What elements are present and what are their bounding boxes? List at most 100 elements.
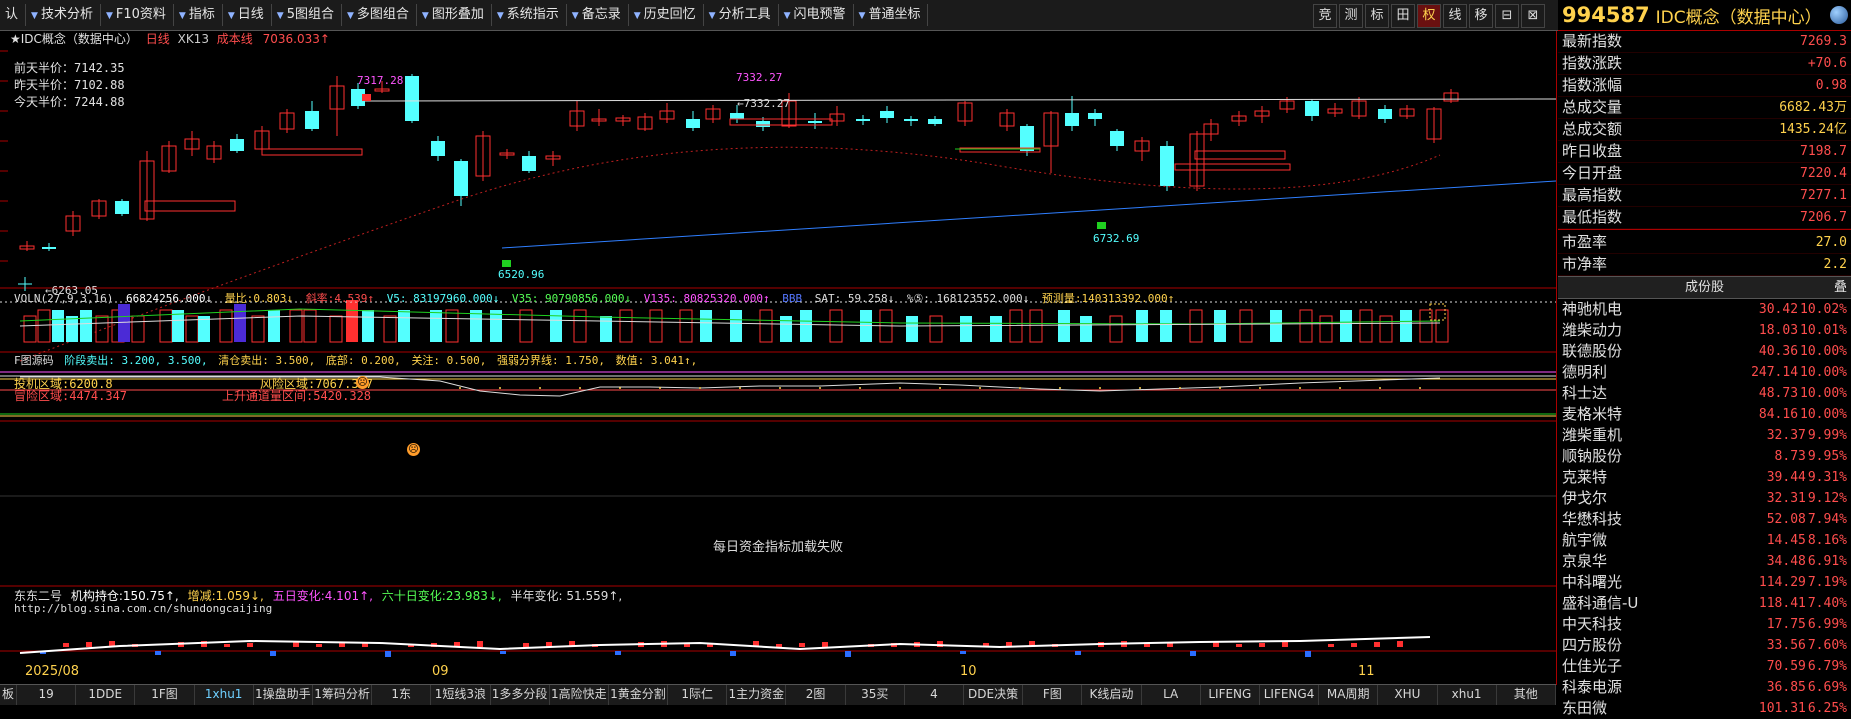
- toolbar-item[interactable]: ▼ 指标: [174, 4, 223, 26]
- volume-bar: [1319, 315, 1333, 343]
- toolbar-item[interactable]: ▼ F10资料: [101, 4, 174, 26]
- volume-bar: [600, 316, 612, 342]
- bottom-tab[interactable]: 4: [905, 685, 964, 705]
- component-row[interactable]: 德明利 247.14 10.00%: [1558, 362, 1851, 383]
- toolbar-right-button[interactable]: ⊠: [1521, 4, 1545, 28]
- component-row[interactable]: 顺钠股份 8.73 9.95%: [1558, 446, 1851, 467]
- axis-month-1: 2025/08: [25, 664, 80, 679]
- toolbar-right-button[interactable]: 田: [1391, 4, 1415, 28]
- quote-stat-row: 今日开盘 7220.4: [1558, 163, 1851, 185]
- bottom-tab[interactable]: MA周期: [1319, 685, 1379, 705]
- component-price: 84.16: [1758, 407, 1799, 422]
- toolbar-item[interactable]: ▼ 闪电预警: [779, 4, 854, 26]
- toolbar-item[interactable]: 认: [0, 4, 27, 26]
- component-values: 84.16 10.00%: [1759, 404, 1847, 425]
- bottom-tab[interactable]: 1操盘助手: [254, 685, 313, 705]
- bottom-tab[interactable]: 1高险快走: [550, 685, 609, 705]
- component-row[interactable]: 潍柴重机 32.37 9.99%: [1558, 425, 1851, 446]
- component-name: 科泰电源: [1562, 678, 1623, 696]
- bottom-tab[interactable]: DDE决策: [964, 685, 1024, 705]
- components-header[interactable]: 成份股 叠: [1558, 276, 1851, 299]
- bottom-tab[interactable]: 2图: [786, 685, 846, 705]
- component-change: 9.12%: [1807, 491, 1847, 506]
- toolbar-right-button[interactable]: 移: [1469, 4, 1493, 28]
- bottom-tab[interactable]: 35买: [846, 685, 905, 705]
- vol-sat: SAT: 59.258↓: [814, 292, 895, 305]
- quote-stat-row: 最新指数 7269.3: [1558, 31, 1851, 53]
- component-row[interactable]: 盛科通信-U 118.41 7.40%: [1558, 593, 1851, 614]
- chart-area[interactable]: 7317.28 7332.27 ←7332.27 6520.96 6732.69 ←626…: [0, 31, 1557, 685]
- bottom-tab[interactable]: LIFENG4: [1260, 685, 1320, 705]
- axis-month-2: 09: [432, 664, 449, 679]
- bottom-tab[interactable]: 1黄金分割: [609, 685, 669, 705]
- dd-zj-key: 增减:: [187, 589, 216, 603]
- bottom-tab[interactable]: 1东: [372, 685, 432, 705]
- volume-bar: [219, 309, 233, 343]
- component-row[interactable]: 潍柴动力 18.03 10.01%: [1558, 320, 1851, 341]
- candle-body: [305, 111, 319, 129]
- component-row[interactable]: 伊戈尔 32.31 9.12%: [1558, 488, 1851, 509]
- bottom-tab[interactable]: 1F图: [135, 685, 195, 705]
- component-values: 70.59 6.79%: [1767, 656, 1847, 677]
- component-row[interactable]: 联德股份 40.36 10.00%: [1558, 341, 1851, 362]
- toolbar-item[interactable]: ▼ 图形叠加: [417, 4, 492, 26]
- bottom-tab[interactable]: 1主力资金: [727, 685, 787, 705]
- toolbar-right-button[interactable]: 测: [1339, 4, 1363, 28]
- toolbar-item[interactable]: ▼ 日线: [223, 4, 272, 26]
- component-row[interactable]: 仕佳光子 70.59 6.79%: [1558, 656, 1851, 677]
- bottom-tab[interactable]: 1多多分段: [491, 685, 550, 705]
- toolbar-item[interactable]: ▼ 技术分析: [26, 4, 101, 26]
- bottom-tab[interactable]: 1短线3浪: [431, 685, 491, 705]
- component-row[interactable]: 华懋科技 52.08 7.94%: [1558, 509, 1851, 530]
- component-row[interactable]: 中科曙光 114.29 7.19%: [1558, 572, 1851, 593]
- component-name: 航宇微: [1562, 531, 1608, 549]
- globe-icon[interactable]: [1829, 6, 1848, 24]
- dd-bar: [385, 651, 391, 657]
- components-overlay-tab[interactable]: 叠: [1834, 277, 1847, 298]
- toolbar-item[interactable]: ▼ 分析工具: [704, 4, 779, 26]
- toolbar-item[interactable]: ▼ 5图组合: [272, 4, 342, 26]
- toolbar-right-button[interactable]: 权: [1417, 4, 1441, 28]
- component-row[interactable]: 麦格米特 84.16 10.00%: [1558, 404, 1851, 425]
- component-price: 33.56: [1766, 638, 1806, 653]
- chevron-down-icon: ▼: [421, 11, 429, 21]
- bottom-tab[interactable]: F图: [1023, 685, 1083, 705]
- dd-bar: [960, 651, 966, 654]
- vol-yuce: 140313392.000↑: [1081, 292, 1175, 305]
- bottom-tab[interactable]: 1DDE: [76, 685, 136, 705]
- component-row[interactable]: 克莱特 39.44 9.31%: [1558, 467, 1851, 488]
- toolbar-right-button[interactable]: 标: [1365, 4, 1389, 28]
- bottom-tab[interactable]: 1际仁: [668, 685, 728, 705]
- bottom-tab[interactable]: 1xhu1: [195, 685, 254, 705]
- toolbar-right-button[interactable]: ⊟: [1495, 4, 1519, 28]
- bottom-tab[interactable]: K线启动: [1082, 685, 1142, 705]
- component-change: 6.99%: [1807, 617, 1847, 632]
- component-row[interactable]: 科士达 48.73 10.00%: [1558, 383, 1851, 404]
- bottom-tab[interactable]: LA: [1142, 685, 1201, 705]
- bottom-tab[interactable]: xhu1: [1438, 685, 1497, 705]
- component-row[interactable]: 东田微 101.31 6.25%: [1558, 698, 1851, 719]
- component-row[interactable]: 中天科技 17.75 6.99%: [1558, 614, 1851, 635]
- bottom-tab[interactable]: LIFENG: [1201, 685, 1260, 705]
- toolbar-item[interactable]: ▼ 系统指示: [492, 4, 567, 26]
- component-row[interactable]: 京泉华 34.48 6.91%: [1558, 551, 1851, 572]
- bottom-tab[interactable]: XHU: [1378, 685, 1438, 705]
- toolbar-item[interactable]: ▼ 多图组合: [342, 4, 417, 26]
- f-t1: 阶段卖出: 3.200, 3.500,: [64, 354, 208, 367]
- toolbar-right-button[interactable]: 竞: [1313, 4, 1337, 28]
- toolbar-item[interactable]: ▼ 历史回忆: [629, 4, 704, 26]
- bottom-tab[interactable]: 19: [17, 685, 77, 705]
- component-row[interactable]: 神驰机电 30.42 10.02%: [1558, 299, 1851, 320]
- bottom-tab[interactable]: 板: [0, 685, 17, 705]
- component-row[interactable]: 航宇微 14.45 8.16%: [1558, 530, 1851, 551]
- toolbar-right-button[interactable]: 线: [1443, 4, 1467, 28]
- component-row[interactable]: 四方股份 33.56 7.60%: [1558, 635, 1851, 656]
- toolbar-item[interactable]: ▼ 普通坐标: [854, 4, 929, 26]
- bottom-tab[interactable]: 1筹码分析: [313, 685, 373, 705]
- vol-v35: V35: 90790856.000↓: [511, 292, 632, 305]
- bottom-tab[interactable]: 其他: [1497, 685, 1556, 705]
- stat-label: 市净率: [1562, 255, 1608, 273]
- volume-bar: [649, 309, 663, 343]
- toolbar-item[interactable]: ▼ 备忘录: [567, 4, 629, 26]
- component-row[interactable]: 科泰电源 36.85 6.69%: [1558, 677, 1851, 698]
